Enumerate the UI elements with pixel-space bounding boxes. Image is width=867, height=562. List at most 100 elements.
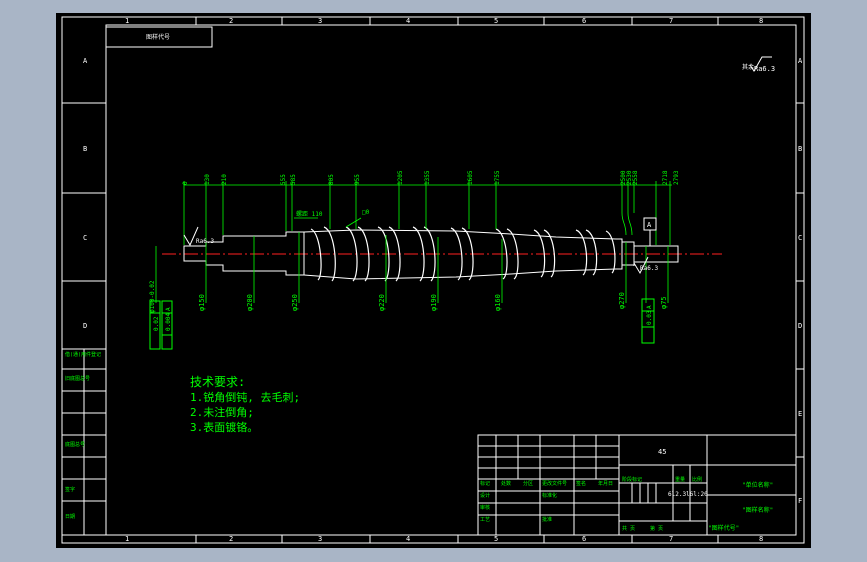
flat-label: □0 [362,209,370,216]
row-label-a: A [83,57,88,65]
tol-right-1: 0.03 [646,310,653,325]
dim-0: 0 [182,181,189,185]
inner-border [105,24,797,536]
col-label-4-bottom: 4 [406,535,410,543]
row-label-f-right: F [798,497,802,505]
code-box-text: 图样代号 [146,33,170,41]
dia-150: φ150 [198,294,206,311]
col-label-2-bottom: 2 [229,535,233,543]
diameter-dimensions: φ150 φ200 φ250 φ220 φ190 φ160 φ270 φ75 φ… [149,280,668,313]
row-label-c-right: C [798,234,802,242]
tb-code: "图样代号" [708,524,739,532]
tb-label-count: 处数 [501,480,511,487]
tech-requirements: 技术要求: 1.锐角倒钝, 去毛刺; 2.未注倒角; 3.表面镀铬。 [190,375,300,434]
tb-label-scale: 比例 [692,476,702,483]
tb-label-date: 年月日 [598,480,613,487]
col-label-6: 6 [582,17,586,25]
col-label-3: 3 [318,17,322,25]
col-label-4: 4 [406,17,410,25]
strip-label-1: 借(通)用件登记 [65,351,101,358]
tol-left-1: 0.02 [153,316,160,331]
row-label-d-right: D [798,322,802,330]
dim-2718: 2718 [662,170,669,185]
col-label-1: 1 [125,17,129,25]
tb-title: "图样名称" [742,506,773,514]
row-label-c: C [83,234,87,242]
tb-company: "单位名称" [742,481,773,489]
strip-label-4: 签字 [65,486,75,493]
tb-label-total: 共 页 [622,525,635,532]
roughness-general-value: Ra6.3 [754,65,775,73]
dia-160: φ160 [494,294,502,311]
col-label-6-bottom: 6 [582,535,586,543]
dim-130: 130 [204,174,211,185]
tb-material: 45 [658,448,666,456]
tech-title: 技术要求: [190,375,245,389]
dim-1205: 1205 [397,170,404,185]
roughness-general: 其余 Ra6.3 [742,56,775,73]
row-label-b-right: B [798,145,802,153]
row-label-b: B [83,145,87,153]
tb-drawing-no: 6l2.3l6l:20 [668,491,708,498]
tb-label-approve: 批准 [542,516,552,523]
dim-210: 210 [221,174,228,185]
roughness-left-value: Ra6.3 [196,238,214,245]
tb-label-change-doc: 更改文件号 [542,480,567,487]
tb-label-mark: 标记 [480,480,490,487]
tech-item-2: 2.未注倒角; [190,405,254,419]
col-label-8: 8 [759,17,763,25]
dim-2793: 2793 [673,170,680,185]
dia-200: φ200 [246,294,254,311]
dim-955: 955 [354,174,361,185]
datum-label: A [647,221,652,229]
dia-270: φ270 [618,292,626,309]
col-label-5-bottom: 5 [494,535,498,543]
dim-1355: 1355 [424,170,431,185]
tb-label-sheet: 第 页 [650,525,663,532]
dim-2558: 2558 [632,170,639,185]
row-label-a-right: A [798,57,803,65]
tech-item-3: 3.表面镀铬。 [190,420,258,434]
dia-220: φ220 [378,294,386,311]
pitch-label: 螺距 110 [296,210,323,218]
dim-1605: 1605 [467,170,474,185]
strip-label-3: 底图总号 [65,441,85,448]
row-label-e-right: E [798,410,802,418]
tol-right-datum: A [646,305,653,309]
tb-label-stage: 阶段标记 [622,476,642,483]
roughness-right-value: Ra6.3 [640,265,658,272]
zone-ticks [62,17,804,543]
top-dimensions: 0 130 210 555 585 805 955 1205 1355 1605… [182,170,680,185]
col-label-8-bottom: 8 [759,535,763,543]
strip-label-2: 旧底图总号 [65,375,90,382]
tol-left-datum: A [165,307,172,311]
col-label-1-bottom: 1 [125,535,129,543]
tb-label-process: 工艺 [480,517,490,523]
col-label-7: 7 [669,17,673,25]
dim-805: 805 [328,174,335,185]
drawing-sheet: 1 2 3 4 5 6 7 8 1 2 3 4 5 6 7 8 A B C D … [56,13,811,548]
col-label-3-bottom: 3 [318,535,322,543]
tb-label-review: 审核 [480,504,490,511]
dia-250: φ250 [291,294,299,311]
col-label-2: 2 [229,17,233,25]
dia-190: φ190 [430,294,438,311]
strip-label-5: 日期 [65,514,75,520]
dim-555: 555 [280,174,287,185]
col-label-5: 5 [494,17,498,25]
tb-label-design: 设计 [480,492,490,499]
tb-label-sign: 签名 [576,480,586,487]
dia-75: φ75 [660,296,668,309]
col-label-7-bottom: 7 [669,535,673,543]
tb-label-standard: 标准化 [542,492,557,499]
dim-585: 585 [290,174,297,185]
tb-label-zone: 分区 [523,480,533,487]
title-block-labels: 标记 处数 分区 更改文件号 签名 年月日 设计 标准化 阶段标记 重量 审核 … [480,476,702,532]
outer-border [61,16,805,544]
roughness-left: Ra6.3 [183,226,214,247]
row-label-d: D [83,322,87,330]
tech-item-1: 1.锐角倒钝, 去毛刺; [190,390,300,404]
cad-drawing: 1 2 3 4 5 6 7 8 1 2 3 4 5 6 7 8 A B C D … [61,16,805,544]
tb-label-weight: 重量 [675,476,685,483]
tol-left-2: 0.004 [165,313,172,331]
